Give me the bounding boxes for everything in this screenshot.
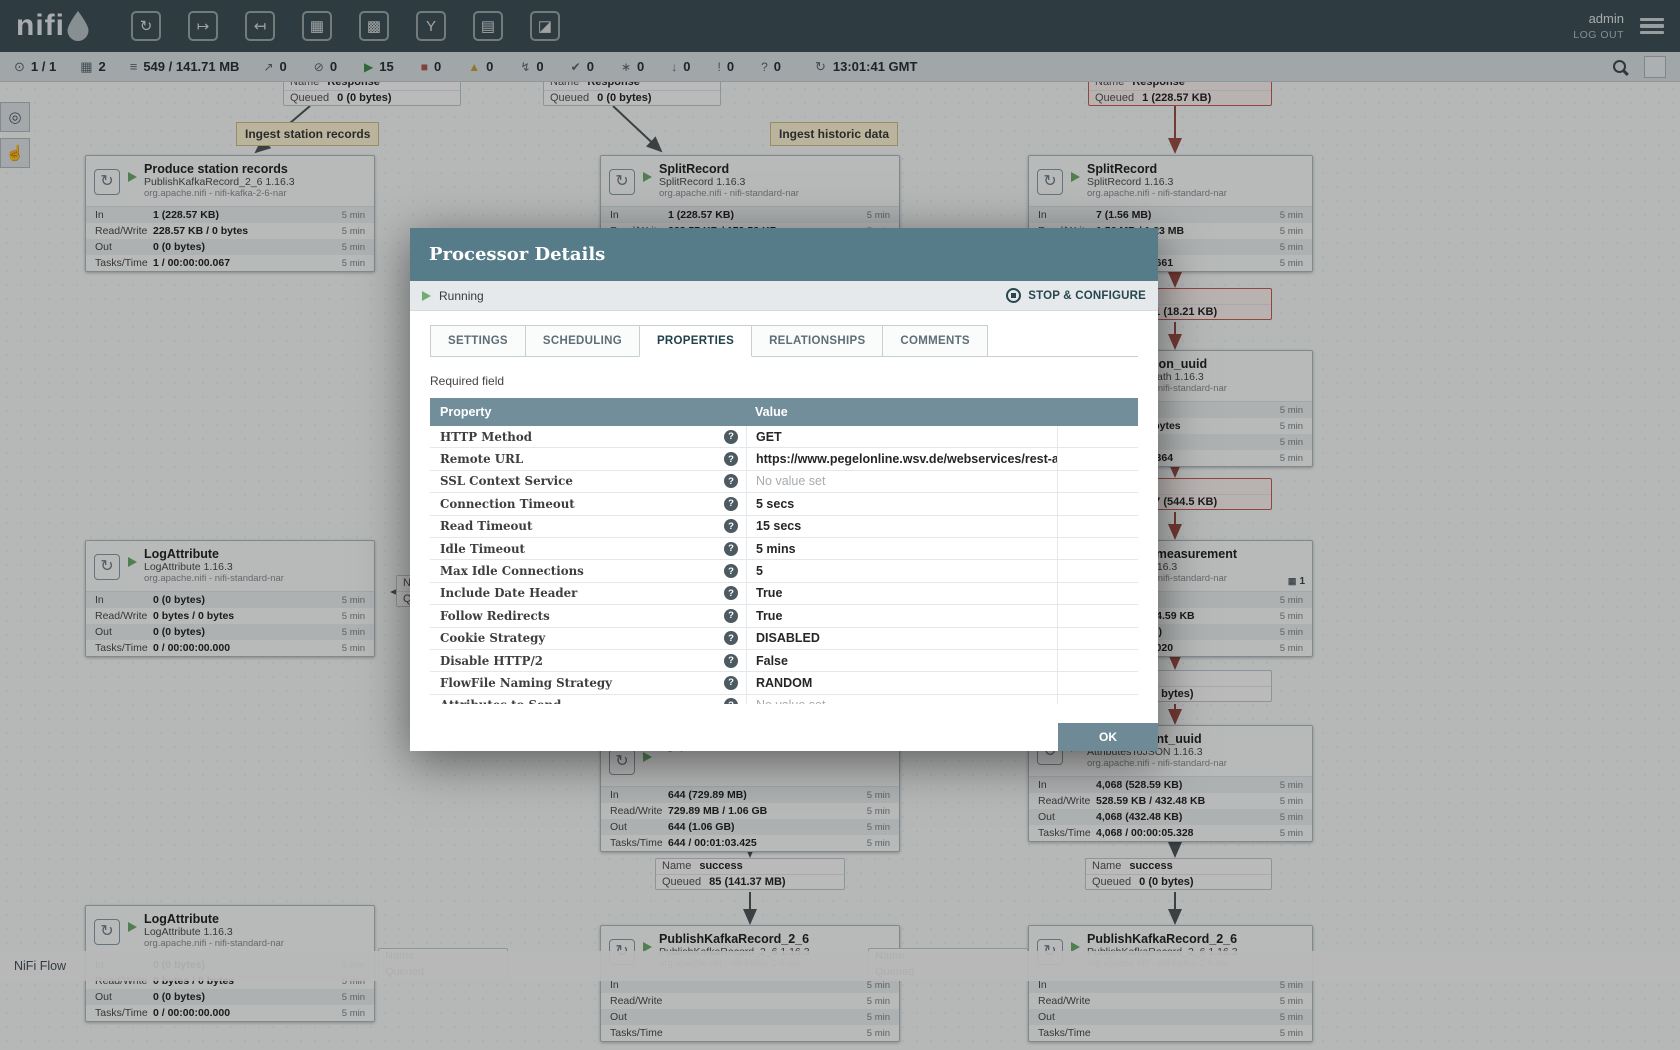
property-value: DISABLED bbox=[746, 628, 1058, 649]
property-value: 15 secs bbox=[746, 516, 1058, 537]
tab-settings[interactable]: SETTINGS bbox=[430, 325, 526, 357]
property-name: Read Timeout bbox=[440, 519, 532, 533]
property-value: 5 secs bbox=[746, 493, 1058, 514]
ok-button[interactable]: OK bbox=[1058, 723, 1158, 751]
property-row: Disable HTTP/2? False bbox=[430, 650, 1138, 672]
help-icon[interactable]: ? bbox=[724, 542, 738, 556]
help-icon[interactable]: ? bbox=[724, 474, 738, 488]
tab-properties[interactable]: PROPERTIES bbox=[639, 325, 752, 357]
property-row: Attributes to Send? No value set bbox=[430, 695, 1138, 704]
property-value: GET bbox=[746, 426, 1058, 447]
help-icon[interactable]: ? bbox=[724, 609, 738, 623]
property-row: FlowFile Naming Strategy? RANDOM bbox=[430, 672, 1138, 694]
help-icon[interactable]: ? bbox=[724, 519, 738, 533]
property-name: Idle Timeout bbox=[440, 542, 525, 556]
property-value: https://www.pegelonline.wsv.de/webservic… bbox=[746, 448, 1058, 469]
property-row: HTTP Method? GET bbox=[430, 426, 1138, 448]
property-row: Include Date Header? True bbox=[430, 583, 1138, 605]
help-icon[interactable]: ? bbox=[724, 698, 738, 704]
tab-comments[interactable]: COMMENTS bbox=[882, 325, 987, 357]
property-name: Max Idle Connections bbox=[440, 564, 584, 578]
help-icon[interactable]: ? bbox=[724, 631, 738, 645]
dialog-tabs: SETTINGSSCHEDULINGPROPERTIESRELATIONSHIP… bbox=[430, 325, 1138, 357]
property-row: Follow Redirects? True bbox=[430, 605, 1138, 627]
processor-details-dialog: Processor Details Running STOP & CONFIGU… bbox=[410, 228, 1158, 751]
property-value: 5 mins bbox=[746, 538, 1058, 559]
property-name: Cookie Strategy bbox=[440, 631, 545, 645]
tab-relationships[interactable]: RELATIONSHIPS bbox=[751, 325, 883, 357]
property-name: Remote URL bbox=[440, 452, 523, 466]
run-status-label: Running bbox=[439, 289, 484, 303]
property-row: SSL Context Service? No value set bbox=[430, 471, 1138, 493]
tab-scheduling[interactable]: SCHEDULING bbox=[525, 325, 640, 357]
property-name: Follow Redirects bbox=[440, 609, 550, 623]
help-icon[interactable]: ? bbox=[724, 430, 738, 444]
property-value: 5 bbox=[746, 560, 1058, 581]
property-name: SSL Context Service bbox=[440, 474, 573, 488]
running-icon bbox=[422, 291, 431, 301]
properties-table: Property Value HTTP Method? GET Remote U… bbox=[430, 398, 1138, 704]
property-row: Connection Timeout? 5 secs bbox=[430, 493, 1138, 515]
stop-configure-icon bbox=[1006, 288, 1021, 303]
dialog-status-bar: Running STOP & CONFIGURE bbox=[410, 281, 1158, 311]
help-icon[interactable]: ? bbox=[724, 676, 738, 690]
property-name: HTTP Method bbox=[440, 430, 532, 444]
property-value: No value set bbox=[746, 471, 1058, 492]
stop-and-configure-button[interactable]: STOP & CONFIGURE bbox=[1006, 288, 1146, 303]
property-value: False bbox=[746, 650, 1058, 671]
dialog-body: SETTINGSSCHEDULINGPROPERTIESRELATIONSHIP… bbox=[410, 325, 1158, 704]
help-icon[interactable]: ? bbox=[724, 497, 738, 511]
value-column-header: Value bbox=[746, 405, 1138, 419]
property-row: Idle Timeout? 5 mins bbox=[430, 538, 1138, 560]
property-name: Attributes to Send bbox=[440, 698, 561, 704]
property-value: RANDOM bbox=[746, 672, 1058, 693]
property-name: Include Date Header bbox=[440, 586, 577, 600]
required-field-note: Required field bbox=[430, 374, 1138, 388]
property-value: No value set bbox=[746, 695, 1058, 704]
help-icon[interactable]: ? bbox=[724, 586, 738, 600]
properties-table-header: Property Value bbox=[430, 398, 1138, 426]
property-name: Disable HTTP/2 bbox=[440, 654, 543, 668]
property-value: True bbox=[746, 583, 1058, 604]
property-row: Max Idle Connections? 5 bbox=[430, 560, 1138, 582]
property-row: Read Timeout? 15 secs bbox=[430, 516, 1138, 538]
dialog-title-bar: Processor Details bbox=[410, 228, 1158, 281]
properties-table-rows: HTTP Method? GET Remote URL? https://www… bbox=[430, 426, 1138, 704]
property-name: FlowFile Naming Strategy bbox=[440, 676, 612, 690]
help-icon[interactable]: ? bbox=[724, 452, 738, 466]
property-value: True bbox=[746, 605, 1058, 626]
help-icon[interactable]: ? bbox=[724, 564, 738, 578]
property-row: Cookie Strategy? DISABLED bbox=[430, 628, 1138, 650]
property-row: Remote URL? https://www.pegelonline.wsv.… bbox=[430, 448, 1138, 470]
property-column-header: Property bbox=[430, 405, 746, 419]
property-name: Connection Timeout bbox=[440, 497, 575, 511]
dialog-title: Processor Details bbox=[429, 244, 605, 265]
help-icon[interactable]: ? bbox=[724, 654, 738, 668]
